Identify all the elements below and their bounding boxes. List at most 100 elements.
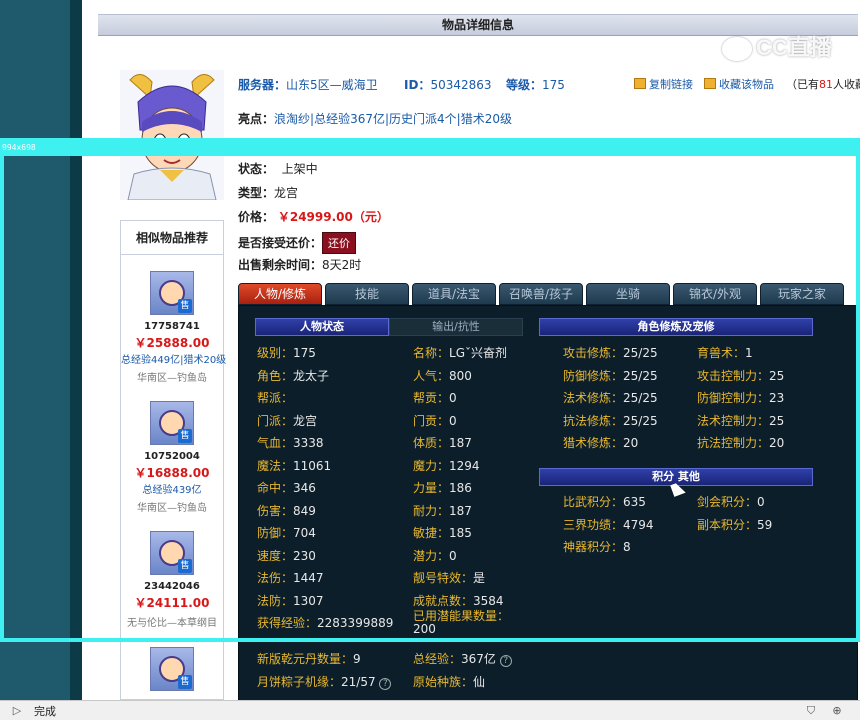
- tab-pets-children[interactable]: 召唤兽/孩子: [499, 283, 583, 305]
- highlight-item: |猎术20级: [456, 112, 512, 126]
- stat-value: 200: [413, 622, 436, 636]
- stat-value: 是: [473, 571, 486, 585]
- stat-label: 靓号特效：: [413, 571, 474, 585]
- tab-skills[interactable]: 技能: [325, 283, 409, 305]
- stat-value: 25/25: [623, 368, 658, 383]
- stat-value: 龙宫: [293, 413, 318, 428]
- stat-row: 速度：230: [257, 547, 316, 564]
- stat-label: 伤害：: [257, 503, 294, 518]
- stat-label: 潜力：: [413, 548, 450, 563]
- tab-character-cultivation[interactable]: 人物/修炼: [238, 283, 322, 305]
- similar-item-thumbnail[interactable]: 售: [150, 647, 194, 691]
- total-exp-row: 总经验：367亿 ?: [413, 650, 512, 667]
- stat-value: 25/25: [623, 391, 658, 405]
- stat-row: 敏捷：185: [413, 524, 472, 541]
- tab-outfits[interactable]: 锦衣/外观: [673, 283, 757, 305]
- highlight-item: 浪淘纱: [274, 112, 311, 126]
- similar-items-title: 相似物品推荐: [121, 221, 223, 255]
- stat-row: 神器积分：8: [563, 538, 631, 555]
- zongzi-row: 月饼粽子机缘：21/57 ?: [257, 673, 392, 690]
- similar-item-thumbnail[interactable]: 售: [150, 401, 194, 445]
- shield-icon[interactable]: ⛉: [804, 704, 818, 718]
- stat-label: 防御控制力：: [697, 391, 770, 405]
- left-window-edge: [70, 0, 82, 700]
- help-icon[interactable]: ?: [379, 678, 392, 690]
- stat-value: 187: [449, 436, 472, 450]
- copy-link-label: 复制链接: [649, 78, 693, 91]
- stat-value: 25: [769, 413, 785, 428]
- stat-row: 力量：186: [413, 479, 472, 496]
- stat-label: 敏捷：: [413, 526, 450, 540]
- detail-tabs: 人物/修炼 技能 道具/法宝 召唤兽/孩子 坐骑 锦衣/外观 玩家之家: [238, 283, 858, 305]
- price-line: 价格： ￥24999.00（元）: [238, 210, 389, 224]
- similar-item[interactable]: 售: [121, 647, 223, 691]
- stat-row: 魔法：11061: [257, 457, 331, 474]
- stat-row: 命中：346: [257, 479, 316, 496]
- stat-label: 抗法修炼：: [563, 413, 624, 428]
- similar-item-price: ￥16888.00: [134, 466, 210, 480]
- server-value: 山东5区—威海卫: [286, 78, 378, 92]
- qiankun-row: 新版乾元丹数量：9: [257, 652, 361, 666]
- stat-row: 猎术修炼：20: [563, 434, 638, 451]
- stat-value: 3338: [293, 436, 324, 450]
- left-window-strip: [0, 0, 70, 700]
- stat-label: 猎术修炼：: [563, 436, 624, 450]
- type-line: 类型：龙宫: [238, 186, 299, 200]
- section-output-resist[interactable]: 输出/抗性: [389, 318, 523, 336]
- stat-row: 帮贡：0: [413, 389, 457, 406]
- similar-item-thumbnail[interactable]: 售: [150, 531, 194, 575]
- help-icon[interactable]: ?: [499, 655, 512, 667]
- stat-label: 防御修炼：: [563, 368, 624, 383]
- tab-items-treasures[interactable]: 道具/法宝: [412, 283, 496, 305]
- stat-label: 攻击控制力：: [697, 368, 770, 383]
- stat-row: 防御控制力：23: [697, 389, 784, 406]
- zoom-icon[interactable]: ⊕: [830, 704, 844, 718]
- similar-item-price: ￥24111.00: [134, 596, 210, 610]
- play-icon[interactable]: ▷: [10, 704, 24, 718]
- stat-label: 级别：: [257, 346, 294, 360]
- favorite-label: 收藏该物品: [719, 78, 774, 91]
- stat-value: 3584: [473, 593, 504, 608]
- status-text: 完成: [34, 705, 56, 718]
- sale-badge: 售: [178, 559, 192, 573]
- stat-value: 1294: [449, 458, 480, 473]
- watermark-text: CC直播: [756, 35, 832, 60]
- tab-player-home[interactable]: 玩家之家: [760, 283, 844, 305]
- similar-item[interactable]: 售 10752004 ￥16888.00 总经验439亿 华南区—钓鱼岛: [121, 401, 223, 514]
- similar-item-thumbnail[interactable]: 售: [150, 271, 194, 315]
- highlight-item: |总经验367亿: [310, 112, 385, 126]
- stat-value: 11061: [293, 458, 332, 473]
- level-value: 175: [542, 78, 565, 92]
- watermark-logo-icon: [722, 37, 752, 62]
- stat-row: 获得经验：2283399889: [257, 614, 393, 631]
- section-char-status[interactable]: 人物状态: [255, 318, 389, 336]
- copy-link-button[interactable]: 复制链接: [634, 76, 693, 92]
- stat-value: 20: [769, 436, 785, 450]
- stat-label: 已用潜能果数量：: [413, 609, 510, 623]
- price-value: ￥24999.00（元）: [277, 210, 389, 224]
- similar-item[interactable]: 售 23442046 ￥24111.00 无与伦比—本草纲目: [121, 531, 223, 629]
- similar-item[interactable]: 售 17758741 ￥25888.00 总经验449亿|猎术20级 华南区—钓…: [121, 271, 226, 384]
- stat-row: 育兽术：1: [697, 344, 753, 361]
- similar-item-server: 无与伦比—本草纲目: [127, 618, 217, 629]
- counter-offer-button[interactable]: 还价: [322, 232, 357, 254]
- stat-row: 抗法修炼：25/25: [563, 412, 658, 429]
- similar-item-id: 23442046: [144, 581, 200, 592]
- stat-value: 25: [769, 368, 785, 383]
- stat-value: 0: [449, 548, 457, 563]
- stat-value: 185: [449, 526, 472, 540]
- status-bar: ▷ 完成 ⛉ ⊕: [0, 700, 860, 720]
- stat-value: 0: [449, 391, 457, 405]
- similar-item-server: 华南区—钓鱼岛: [137, 373, 207, 384]
- stat-row: 剑会积分：0: [697, 493, 765, 510]
- stat-value: 800: [449, 368, 472, 383]
- stat-label: 帮派：: [257, 391, 294, 405]
- favorite-button[interactable]: 收藏该物品: [704, 76, 774, 92]
- stat-label: 抗法控制力：: [697, 436, 770, 450]
- sale-badge: 售: [178, 299, 192, 313]
- status-value: 上架中: [281, 162, 318, 176]
- stat-row: 比武积分：635: [563, 493, 646, 510]
- tab-mounts[interactable]: 坐骑: [586, 283, 670, 305]
- stat-label: 三界功绩：: [563, 517, 624, 532]
- character-panel: 人物状态 输出/抗性 角色修炼及宠修 积分 其他 级别：175 角色：龙太子 帮派：…: [238, 305, 858, 700]
